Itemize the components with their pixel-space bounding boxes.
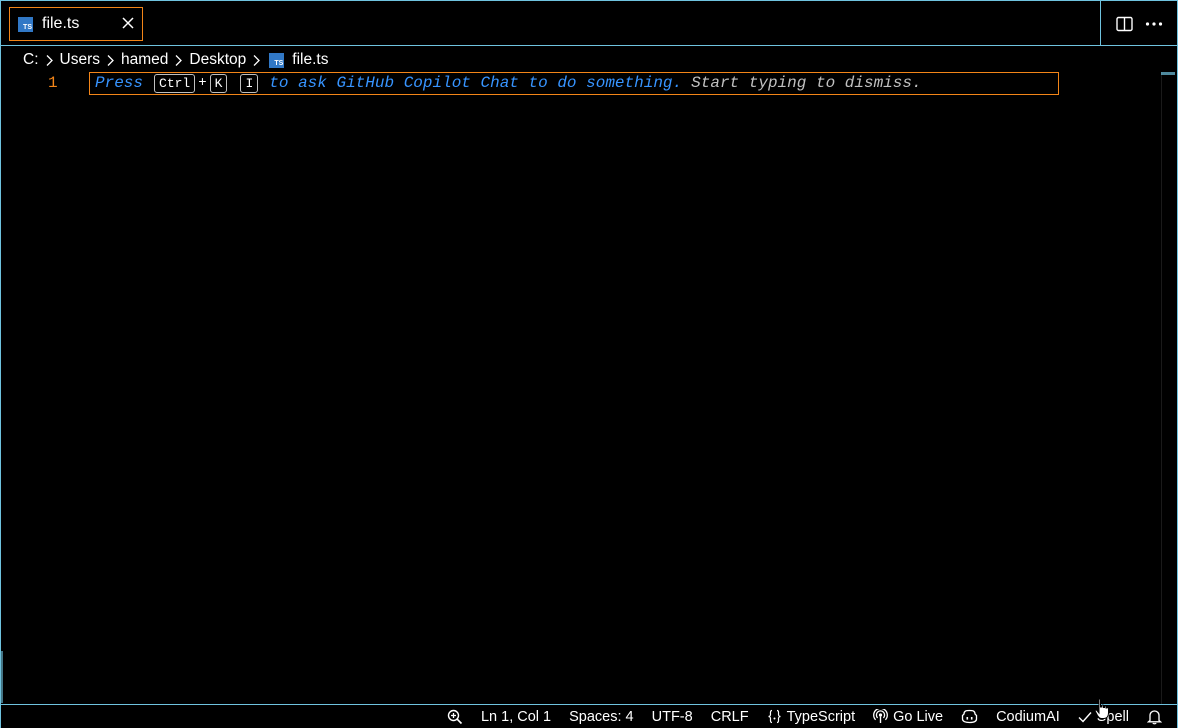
editor-window: TS file.ts C: Users hamed Desktop TS fil… xyxy=(0,0,1178,728)
typescript-file-icon: TS xyxy=(18,16,33,32)
breadcrumb-item-desktop[interactable]: Desktop xyxy=(189,51,246,69)
status-bar: Ln 1, Col 1 Spaces: 4 UTF-8 CRLF TypeScr… xyxy=(1,704,1177,728)
editor-actions xyxy=(1100,1,1177,46)
tab-label: file.ts xyxy=(42,15,80,32)
hand-pointer-cursor-icon xyxy=(1094,698,1110,720)
zoom-in-icon[interactable] xyxy=(438,705,472,728)
go-live-label: Go Live xyxy=(893,708,944,725)
code-editor[interactable]: 1 Press Ctrl + K I to ask GitHub Copilot… xyxy=(1,71,1177,704)
chevron-right-icon xyxy=(172,54,185,67)
broadcast-icon xyxy=(873,709,888,724)
bell-icon[interactable] xyxy=(1138,705,1171,728)
typescript-file-icon: TS xyxy=(269,52,285,68)
line-ending[interactable]: CRLF xyxy=(702,705,758,728)
tab-file-ts[interactable]: TS file.ts xyxy=(9,7,143,41)
breadcrumb-item-users[interactable]: Users xyxy=(60,51,100,69)
check-icon xyxy=(1078,711,1092,723)
ellipsis-icon[interactable] xyxy=(1145,15,1163,33)
line-number: 1 xyxy=(48,74,58,92)
kbd-k: K xyxy=(209,73,228,93)
chevron-right-icon xyxy=(43,54,56,67)
kbd-i: I xyxy=(240,73,259,93)
copilot-hint: Press Ctrl + K I to ask GitHub Copilot C… xyxy=(95,73,922,93)
language-label: TypeScript xyxy=(786,708,856,725)
go-live-button[interactable]: Go Live xyxy=(864,705,952,728)
hint-press: Press xyxy=(95,74,144,92)
breadcrumb-item-file[interactable]: file.ts xyxy=(292,51,328,69)
breadcrumb-item-hamed[interactable]: hamed xyxy=(121,51,168,69)
cursor-position[interactable]: Ln 1, Col 1 xyxy=(472,705,560,728)
scrollbar-cursor-marker xyxy=(1161,72,1175,75)
copilot-icon[interactable] xyxy=(952,705,987,728)
codium-ai-button[interactable]: CodiumAI xyxy=(987,705,1069,728)
hint-dismiss-text: Start typing to dismiss. xyxy=(691,74,922,92)
tab-bar: TS file.ts xyxy=(1,1,1177,46)
kbd-ctrl: Ctrl xyxy=(154,73,196,93)
kbd-plus: + xyxy=(198,75,207,91)
close-icon[interactable] xyxy=(120,15,136,31)
hint-ask-text: to ask GitHub Copilot Chat to do somethi… xyxy=(269,74,683,92)
indentation[interactable]: Spaces: 4 xyxy=(560,705,643,728)
breadcrumb: C: Users hamed Desktop TS file.ts xyxy=(23,50,328,70)
chevron-right-icon xyxy=(104,54,117,67)
braces-icon xyxy=(767,709,782,724)
chevron-right-icon xyxy=(250,54,263,67)
sash-marker xyxy=(1,651,3,703)
language-mode[interactable]: TypeScript xyxy=(758,705,865,728)
split-editor-icon[interactable] xyxy=(1115,15,1133,33)
encoding[interactable]: UTF-8 xyxy=(643,705,702,728)
vertical-scrollbar[interactable] xyxy=(1161,72,1175,704)
breadcrumb-item-drive[interactable]: C: xyxy=(23,51,39,69)
